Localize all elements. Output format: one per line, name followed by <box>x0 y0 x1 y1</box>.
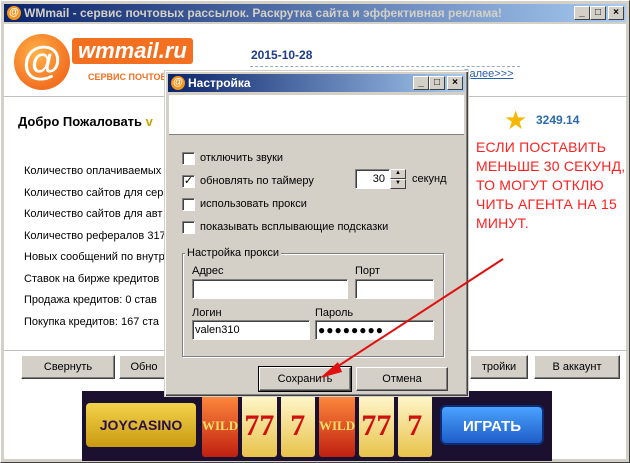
stat-line: Продажа кредитов: 0 став <box>24 294 157 306</box>
save-button[interactable]: Сохранить <box>258 366 352 392</box>
proxy-port-input[interactable] <box>355 279 434 299</box>
dialog-title: Настройка <box>188 76 251 90</box>
option-use-proxy[interactable]: использовать прокси <box>182 196 307 212</box>
slot-reel: WILD <box>202 395 239 457</box>
stat-line: Количество сайтов для авт <box>24 208 163 220</box>
minimize-app-button[interactable]: Свернуть <box>21 355 115 379</box>
dialog-maximize-button[interactable]: □ <box>429 76 445 90</box>
use-proxy-checkbox[interactable] <box>182 197 195 211</box>
slot-reel: WILD <box>319 395 356 457</box>
main-titlebar[interactable]: @ WMmail - сервис почтовых рассылок. Рас… <box>4 4 626 22</box>
dialog-titlebar[interactable]: @ Настройка _ □ × <box>168 74 465 92</box>
balance-value: 3249.14 <box>536 113 580 127</box>
close-window-button[interactable]: × <box>608 6 624 20</box>
stat-line: Количество сайтов для сер <box>24 186 164 199</box>
use-proxy-label: использовать прокси <box>200 198 307 210</box>
dialog-app-icon: @ <box>171 76 185 90</box>
logo-text: wmmail.ru <box>72 38 193 64</box>
cancel-button[interactable]: Отмена <box>356 367 448 391</box>
main-window-title: WMmail - сервис почтовых рассылок. Раскр… <box>24 6 502 20</box>
casino-banner-ad[interactable]: JOYCASINO WILD 77 7 WILD 77 7 ИГРАТЬ <box>82 391 552 461</box>
address-label: Адрес <box>192 265 224 277</box>
slot-reel: 7 <box>280 395 315 457</box>
timer-spinner: 30 ▲ ▼ секунд <box>355 169 447 189</box>
news-date: 2015-10-28 <box>251 48 313 62</box>
minimize-window-button[interactable]: _ <box>574 6 590 20</box>
maximize-window-button[interactable]: □ <box>590 6 606 20</box>
dialog-header-panel <box>169 95 464 135</box>
password-label: Пароль <box>315 307 354 319</box>
settings-button[interactable]: тройки <box>470 355 528 379</box>
news-divider <box>250 66 520 67</box>
mute-sounds-label: отключить звуки <box>200 152 284 164</box>
news-more-link[interactable]: Далее>>> <box>462 68 514 80</box>
timer-refresh-label: обновлять по таймеру <box>200 175 314 187</box>
welcome-text: Добро Пожаловать <box>18 114 143 129</box>
show-tooltips-label: показывать всплывающие подсказки <box>200 221 389 233</box>
option-show-tooltips[interactable]: показывать всплывающие подсказки <box>182 219 388 235</box>
spin-up-icon[interactable]: ▲ <box>390 169 406 179</box>
app-icon: @ <box>7 6 21 20</box>
logo-at-icon: @ <box>14 34 70 90</box>
banner-brand: JOYCASINO <box>86 403 196 447</box>
slot-reel: 7 <box>397 395 432 457</box>
slot-reel: 77 <box>359 395 394 457</box>
timer-refresh-checkbox[interactable]: ✓ <box>182 174 195 188</box>
show-tooltips-checkbox[interactable] <box>182 220 195 234</box>
slot-reel: 77 <box>242 395 277 457</box>
proxy-address-input[interactable] <box>192 279 348 299</box>
timer-seconds-input[interactable]: 30 <box>355 169 390 189</box>
stat-line: Покупка кредитов: 167 ста <box>24 315 159 328</box>
welcome-heading: Добро Пожаловать v <box>18 114 153 129</box>
timer-spin-buttons: ▲ ▼ <box>390 169 406 189</box>
stat-line: Количество оплачиваемых <box>24 165 162 177</box>
port-label: Порт <box>355 265 380 277</box>
mute-sounds-checkbox[interactable] <box>182 151 195 165</box>
proxy-group-title: Настройка прокси <box>185 247 281 259</box>
dialog-minimize-button[interactable]: _ <box>413 76 429 90</box>
stat-line: Количество рефералов 317 <box>24 229 166 242</box>
option-mute-sounds[interactable]: отключить звуки <box>182 150 283 166</box>
spin-down-icon[interactable]: ▼ <box>390 179 406 189</box>
warning-annotation: ЕСЛИ ПОСТАВИТЬ МЕНЬШЕ 30 СЕКУНД, ТО МОГУ… <box>476 139 626 231</box>
settings-dialog: @ Настройка _ □ × отключить звуки ✓ обно… <box>164 70 469 397</box>
account-button[interactable]: В аккаунт <box>534 355 620 379</box>
dialog-close-button[interactable]: × <box>447 76 463 90</box>
window-controls: _ □ × <box>572 6 624 20</box>
stats-list: Количество оплачиваемых Количество сайто… <box>24 161 166 333</box>
banner-slot-reels: WILD 77 7 WILD 77 7 <box>202 395 432 457</box>
banner-play-button[interactable]: ИГРАТЬ <box>440 405 544 445</box>
timer-unit-label: секунд <box>412 173 447 185</box>
dialog-window-controls: _ □ × <box>411 76 463 90</box>
proxy-password-input[interactable]: ●●●●●●●● <box>315 320 434 340</box>
welcome-username: v <box>145 114 153 129</box>
stat-line: Ставок на бирже кредитов <box>24 272 160 285</box>
star-icon: ★ <box>504 105 528 135</box>
login-label: Логин <box>192 307 222 319</box>
stat-line: Новых сообщений по внутр <box>24 251 165 263</box>
refresh-button[interactable]: Обно <box>119 355 169 379</box>
option-timer-refresh[interactable]: ✓ обновлять по таймеру <box>182 173 314 189</box>
proxy-login-input[interactable]: valen310 <box>192 320 310 340</box>
